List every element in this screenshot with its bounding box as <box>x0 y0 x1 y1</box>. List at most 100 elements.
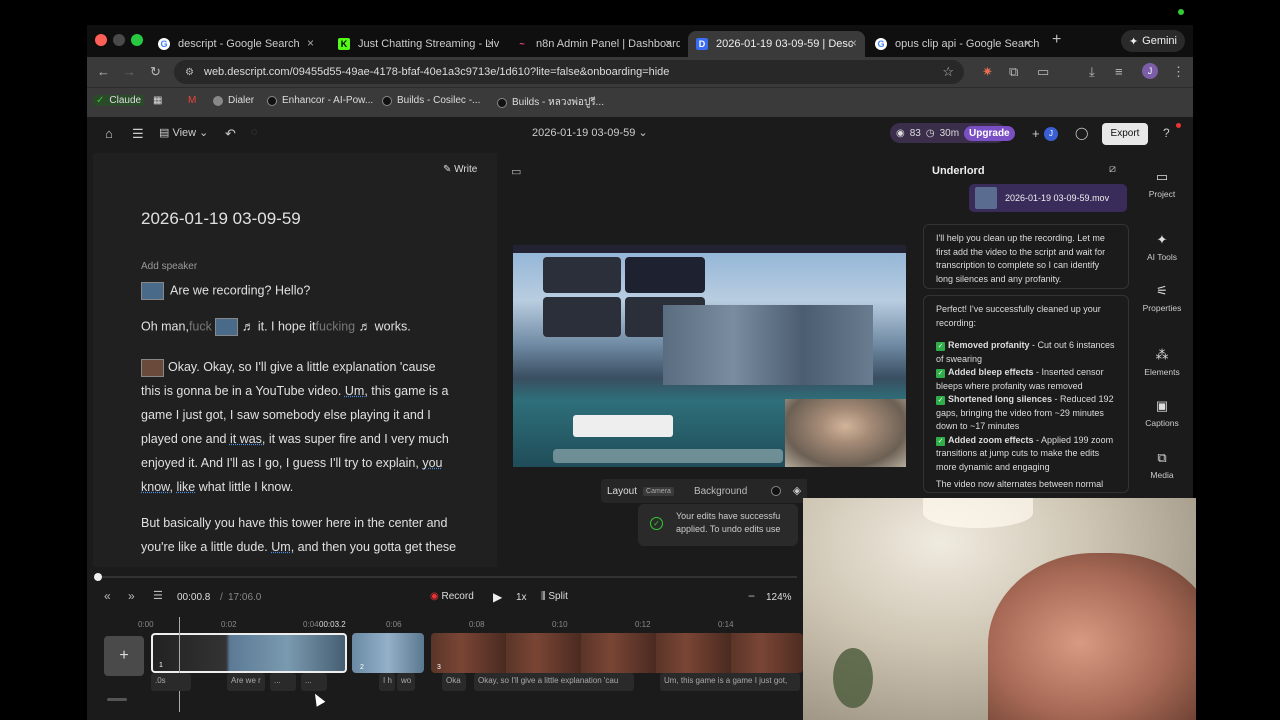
rail-media[interactable]: ⧉ Media <box>1131 450 1193 480</box>
claude-ext-icon[interactable]: ✷ <box>982 64 993 80</box>
tab-descript-project[interactable]: D 2026-01-19 03-09-59 | Desc × <box>688 31 865 57</box>
close-icon[interactable]: × <box>850 36 857 50</box>
download-icon[interactable]: ⤓ <box>1089 64 1095 80</box>
undo-icon[interactable]: ↶ <box>225 126 236 142</box>
video-frame[interactable] <box>513 245 906 467</box>
aspect-ratio-icon[interactable]: ▭ <box>511 165 521 178</box>
tab-descript-search[interactable]: Gdescript - Google Search × <box>150 31 322 57</box>
word-chip[interactable]: Um, this game is a game I just got, <box>660 673 800 691</box>
bookmark-enhancor[interactable]: Enhancor - AI-Pow... <box>267 95 373 106</box>
rail-project[interactable]: ▭ Project <box>1131 169 1193 199</box>
background-color-swatch[interactable] <box>771 486 782 496</box>
word-chip[interactable]: Are we r <box>227 673 265 691</box>
google-icon: G <box>875 38 887 50</box>
media-controls-icon[interactable]: ≡ <box>1115 64 1123 79</box>
bookmark-builds-thai[interactable]: Builds - หลวงพ่อปูรี... <box>497 95 604 110</box>
split-button[interactable]: ⫼ Split <box>541 591 568 602</box>
script-line-1[interactable]: Are we recording? Hello? <box>141 282 310 300</box>
site-info-icon: ⚙ <box>185 66 194 78</box>
horizontal-scrollbar[interactable] <box>107 698 127 701</box>
script-toggle-icon[interactable]: ☰ <box>153 589 163 602</box>
url-field[interactable]: ⚙ web.descript.com/09455d55-49ae-4178-bfa… <box>174 60 964 84</box>
profile-avatar[interactable]: J <box>1142 63 1158 79</box>
back-icon[interactable]: ← <box>97 64 110 79</box>
clip-2[interactable]: 2 <box>352 633 424 673</box>
rail-captions[interactable]: ▣ Captions <box>1131 398 1193 428</box>
word-chip[interactable]: I h <box>379 673 395 691</box>
expand-icon[interactable]: » <box>128 589 135 603</box>
bookmark-claude[interactable]: ✓ Claude <box>93 95 145 106</box>
scrub-handle[interactable] <box>94 573 102 581</box>
playhead[interactable] <box>179 617 180 712</box>
tab-opus-search[interactable]: Gopus clip api - Google Search × <box>867 31 1039 57</box>
sparkle-icon: ✦ <box>1156 232 1168 247</box>
doc-title-menu[interactable]: 2026-01-19 03-09-59 ⌄ <box>532 126 648 139</box>
reload-icon[interactable]: ↻ <box>150 64 161 80</box>
minimize-window-button[interactable] <box>113 34 125 46</box>
clip-1[interactable]: 1 <box>151 633 347 673</box>
credits-pill[interactable]: ◉ 83 ◷ 30m Upgrade <box>890 123 1015 143</box>
result-item: ✓ Added zoom effects - Applied 199 zoom t… <box>936 434 1114 472</box>
collaborator-avatar[interactable]: J <box>1044 127 1058 141</box>
share-add-icon[interactable]: + <box>1032 126 1040 141</box>
gemini-button[interactable]: ✦ Gemini <box>1120 30 1185 52</box>
cast-icon[interactable]: ▭ <box>1037 64 1049 80</box>
export-button[interactable]: Export <box>1102 123 1148 145</box>
background-button[interactable]: Background <box>694 486 747 497</box>
close-icon[interactable]: × <box>1024 36 1031 50</box>
doc-title[interactable]: 2026-01-19 03-09-59 <box>141 209 301 229</box>
apps-icon[interactable]: ▦ <box>153 95 162 106</box>
bookmark-dialer[interactable]: Dialer <box>213 95 254 106</box>
new-tab-button[interactable]: + <box>1052 31 1061 49</box>
zoom-out-icon[interactable]: − <box>748 589 755 603</box>
home-icon[interactable]: ⌂ <box>105 126 113 141</box>
rail-elements[interactable]: ⁂ Elements <box>1131 347 1193 377</box>
collapse-icon[interactable]: « <box>104 589 111 603</box>
view-menu[interactable]: ▤ View ⌄ <box>159 126 208 139</box>
tab-kick-stream[interactable]: K Just Chatting Streaming - Liv × <box>330 31 502 57</box>
word-chip[interactable]: ... <box>270 673 296 691</box>
script-para-1[interactable]: Okay. Okay, so I'll give a little explan… <box>141 355 449 499</box>
rail-properties[interactable]: ⚟ Properties <box>1131 283 1193 313</box>
layout-button[interactable]: Layout <box>607 486 637 497</box>
close-window-button[interactable] <box>95 34 107 46</box>
record-button[interactable]: ◉ Record <box>430 591 474 602</box>
tab-n8n[interactable]: ~ n8n Admin Panel | Dashboard × <box>508 31 680 57</box>
word-chip[interactable]: Oka <box>442 673 466 691</box>
add-track-button[interactable]: + <box>104 636 144 676</box>
rail-ai-tools[interactable]: ✦ AI Tools <box>1131 232 1193 262</box>
comment-icon[interactable]: ◯ <box>1075 126 1088 140</box>
add-speaker[interactable]: Add speaker <box>141 261 197 272</box>
close-icon[interactable]: × <box>665 36 672 50</box>
hamburger-icon[interactable]: ☰ <box>132 126 144 142</box>
word-chip[interactable]: Okay, so I'll give a little explanation … <box>474 673 634 691</box>
star-icon[interactable]: ☆ <box>942 64 954 80</box>
webcam-overlay[interactable] <box>785 399 906 467</box>
word-chip[interactable]: .0s <box>151 673 191 691</box>
close-icon[interactable]: × <box>307 36 314 50</box>
write-button[interactable]: ✎ Write <box>443 164 477 175</box>
forward-icon[interactable]: → <box>123 64 136 79</box>
word-chip[interactable]: ... <box>301 673 327 691</box>
mac-dock <box>553 449 783 463</box>
gmail-icon[interactable]: M <box>188 95 196 106</box>
script-editor[interactable]: ✎ Write 2026-01-19 03-09-59 Add speaker … <box>93 153 497 567</box>
close-icon[interactable]: × <box>487 36 494 50</box>
clip-3[interactable]: 3 <box>431 633 803 673</box>
bookmark-builds-cosilec[interactable]: Builds - Cosilec -... <box>382 95 480 106</box>
zoom-level[interactable]: 124% <box>766 592 792 603</box>
file-chip[interactable]: 2026-01-19 03-09-59.mov <box>969 184 1127 212</box>
new-chat-icon[interactable]: ⧄ <box>1109 163 1116 176</box>
extensions-icon[interactable]: ⧉ <box>1009 64 1018 80</box>
help-icon[interactable]: ? <box>1163 126 1170 140</box>
script-para-2[interactable]: But basically you have this tower here i… <box>141 511 456 559</box>
maximize-window-button[interactable] <box>131 34 143 46</box>
speed-button[interactable]: 1x <box>516 592 527 603</box>
play-button[interactable]: ▶ <box>493 590 502 604</box>
upgrade-button[interactable]: Upgrade <box>964 125 1015 141</box>
scrub-bar[interactable] <box>97 576 797 578</box>
script-line-2[interactable]: Oh man,fuck ♬ it. I hope itfucking ♬ wor… <box>141 318 411 336</box>
word-chip[interactable]: wo <box>397 673 415 691</box>
menu-icon[interactable]: ⋮ <box>1172 64 1185 80</box>
check-icon: ✓ <box>936 369 945 378</box>
